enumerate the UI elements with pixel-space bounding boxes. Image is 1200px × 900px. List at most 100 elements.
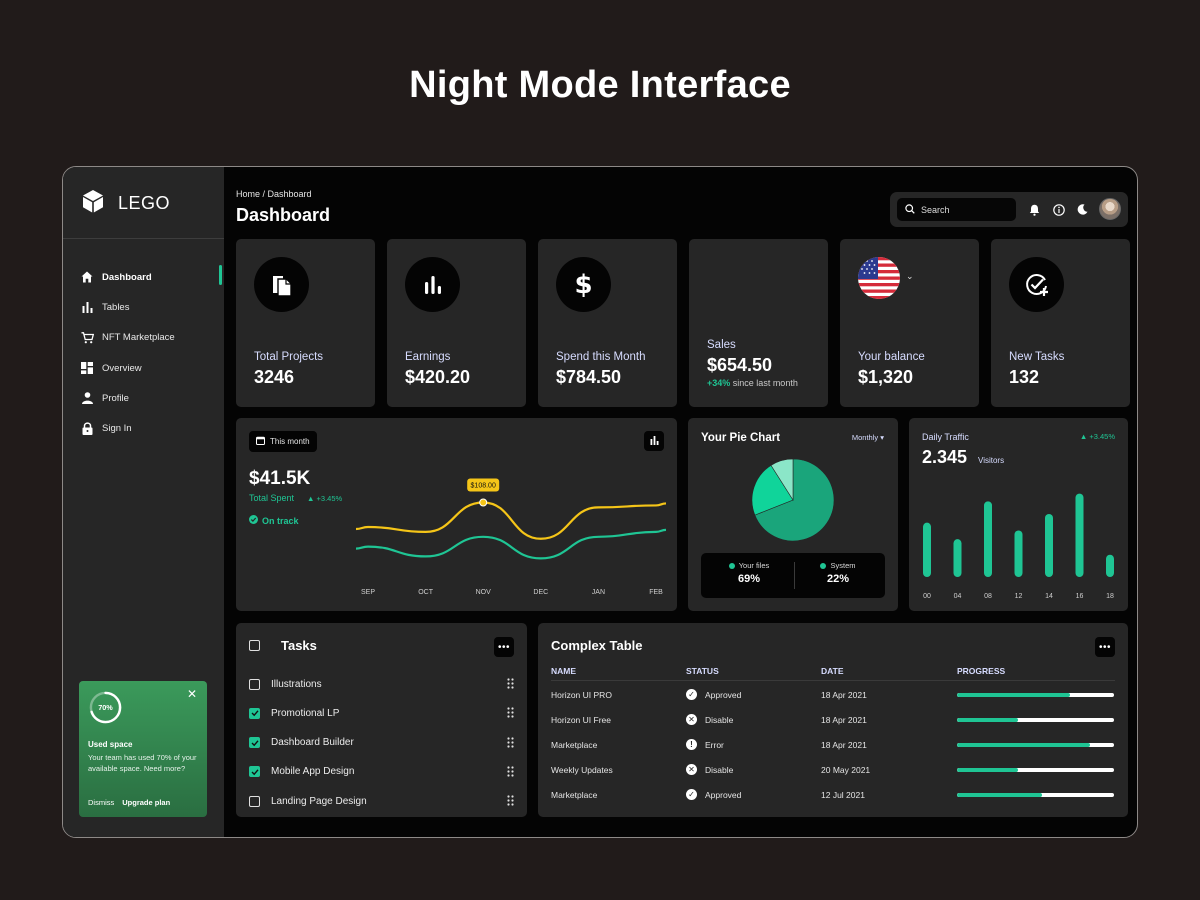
legend-system: System 22% (793, 561, 883, 585)
cell-date: 18 Apr 2021 (821, 740, 867, 750)
sidebar-item-nft-marketplace[interactable]: NFT Marketplace (80, 323, 224, 353)
status-label: Disable (705, 764, 734, 775)
legend-value: 22% (826, 573, 850, 585)
stat-label: Total Projects (254, 351, 324, 363)
sidebar-item-label: Overview (102, 362, 142, 374)
period-select[interactable]: Monthly ▾ (852, 433, 884, 442)
progress-bar (957, 768, 1114, 772)
sidebar-item-label: Profile (102, 392, 129, 404)
avatar[interactable] (1099, 198, 1121, 220)
x-tick-label: OCT (418, 589, 434, 596)
drag-handle-icon[interactable] (507, 678, 514, 692)
traffic-change: ▲ +3.45% (1079, 432, 1115, 441)
period-select-value: Monthly (851, 433, 879, 442)
sidebar-item-profile[interactable]: Profile (80, 383, 224, 413)
on-track-status: On track (249, 515, 299, 526)
drag-handle-icon[interactable] (507, 736, 514, 751)
task-checkbox[interactable] (249, 737, 260, 749)
traffic-bar (1014, 530, 1023, 577)
progress-fill (957, 743, 1091, 747)
stat-card-earnings: Earnings $420.20 (387, 239, 526, 407)
disable-status-icon: ✕ (686, 714, 697, 725)
cell-name: Horizon UI PRO (551, 690, 612, 700)
close-icon[interactable]: ✕ (187, 687, 197, 701)
bar-chart-icon (80, 300, 94, 314)
drag-handle-icon[interactable] (507, 766, 514, 780)
task-item[interactable]: Mobile App Design (249, 764, 514, 780)
drag-handle-icon[interactable] (507, 795, 514, 809)
topbar (890, 192, 1128, 227)
sidebar-item-sign-in[interactable]: Sign In (80, 413, 224, 443)
select-all-checkbox[interactable] (249, 640, 260, 651)
x-tick-label: 08 (984, 593, 992, 600)
cart-icon (80, 331, 94, 345)
traffic-bar (953, 539, 962, 577)
task-checkbox[interactable] (249, 678, 260, 690)
tasks-card: Tasks ••• Illustrations Promotional LP Das… (236, 623, 527, 817)
pie-chart (751, 458, 835, 542)
cell-name: Weekly Updates (551, 765, 613, 775)
us-flag-icon[interactable] (858, 257, 900, 299)
sidebar-divider (63, 238, 224, 239)
cell-date: 18 Apr 2021 (821, 690, 867, 700)
task-checkbox[interactable] (249, 766, 260, 778)
cell-name: Marketplace (551, 740, 598, 750)
sidebar-item-dashboard[interactable]: Dashboard (80, 262, 224, 292)
logo[interactable]: LEGO (81, 189, 170, 218)
traffic-unit: Visitors (978, 456, 1005, 465)
traffic-bar (923, 522, 931, 577)
sidebar-item-tables[interactable]: Tables (80, 292, 224, 322)
status-label: Disable (705, 714, 734, 725)
task-item[interactable]: Illustrations (249, 676, 514, 692)
tasks-more-button[interactable]: ••• (494, 637, 514, 657)
task-item[interactable]: Promotional LP (249, 705, 514, 721)
x-tick-label: 18 (1106, 593, 1114, 600)
breadcrumb[interactable]: Home / Dashboard (236, 189, 312, 199)
storage-promo-card: 70% ✕ Used space Your team has used 70% … (79, 681, 207, 817)
tasks-header: Tasks (249, 638, 317, 653)
line-series-0 (355, 501, 667, 540)
promo-text: Your team has used 70% of your available… (88, 753, 197, 773)
sidebar: LEGO Dashboard Tables NFT Marketplace Ov… (63, 167, 224, 837)
active-indicator (219, 265, 222, 285)
task-item[interactable]: Landing Page Design (249, 793, 514, 809)
info-icon[interactable] (1052, 203, 1065, 216)
pie-chart-title: Your Pie Chart (701, 432, 781, 444)
stat-label: Sales (707, 339, 736, 351)
column-header-date[interactable]: DATE (821, 666, 844, 676)
task-item[interactable]: Dashboard Builder (249, 735, 514, 751)
approved-status-icon: ✓ (686, 689, 697, 700)
highlight-point (479, 498, 488, 507)
traffic-bar (1045, 513, 1053, 577)
dismiss-button[interactable]: Dismiss (88, 798, 114, 807)
table-more-button[interactable]: ••• (1095, 637, 1115, 657)
column-header-status[interactable]: STATUS (686, 666, 719, 676)
task-label: Dashboard Builder (271, 737, 354, 749)
search-box[interactable] (897, 198, 1016, 221)
chart-options-button[interactable] (644, 431, 664, 451)
moon-icon[interactable] (1076, 203, 1089, 216)
task-checkbox[interactable] (249, 707, 260, 719)
cell-status: ! Error (686, 739, 724, 750)
total-spent-card: This month $41.5K Total Spent ▲ +3.45% O… (236, 418, 677, 611)
chevron-down-icon[interactable]: ⌄ (906, 271, 914, 282)
stat-value: $654.50 (707, 355, 773, 375)
bar-chart-icon (405, 257, 460, 312)
sidebar-item-overview[interactable]: Overview (80, 353, 224, 383)
bell-icon[interactable] (1028, 203, 1041, 216)
period-button[interactable]: This month (249, 431, 317, 452)
page-heading: Night Mode Interface (409, 64, 791, 106)
legend-value: 69% (737, 573, 761, 585)
column-header-progress[interactable]: PROGRESS (957, 666, 1005, 676)
stat-card-spend-this-month: $ Spend this Month $784.50 (538, 239, 677, 407)
upgrade-plan-button[interactable]: Upgrade plan (122, 798, 170, 807)
search-input[interactable] (921, 204, 1011, 215)
cell-name: Marketplace (551, 790, 598, 800)
task-checkbox[interactable] (249, 795, 260, 807)
usage-percent: 70% (98, 703, 113, 712)
check-circle-icon (249, 515, 258, 526)
column-header-name[interactable]: NAME (551, 666, 576, 676)
approved-status-icon: ✓ (686, 789, 697, 800)
x-tick-label: NOV (476, 589, 492, 596)
drag-handle-icon[interactable] (507, 707, 514, 721)
